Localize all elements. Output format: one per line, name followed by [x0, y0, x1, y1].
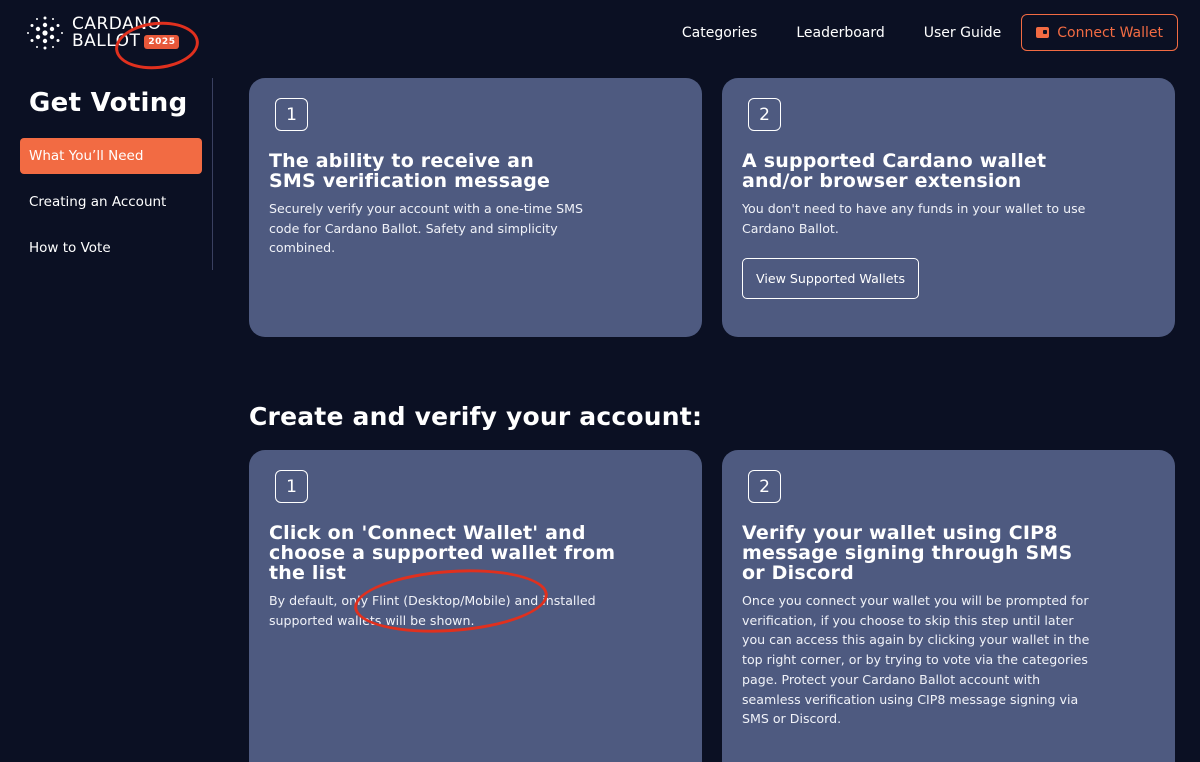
nav-leaderboard[interactable]: Leaderboard — [796, 25, 884, 41]
app-logo[interactable]: CARDANO BALLOT 2025 — [26, 14, 180, 52]
sidebar: Get Voting What You’ll Need Creating an … — [20, 78, 213, 270]
account-step-card-connect: 1 Click on 'Connect Wallet' and choose a… — [249, 450, 702, 762]
step-number: 1 — [275, 98, 308, 131]
step-number: 1 — [275, 470, 308, 503]
step-number: 2 — [748, 98, 781, 131]
sidebar-item-creating-account[interactable]: Creating an Account — [20, 184, 202, 220]
card-title: Click on 'Connect Wallet' and choose a s… — [269, 522, 616, 584]
need-card-sms: 1 The ability to receive an SMS verifica… — [249, 78, 702, 337]
card-text: Securely verify your account with a one-… — [269, 201, 584, 256]
year-badge: 2025 — [144, 34, 180, 49]
sidebar-item-what-youll-need[interactable]: What You’ll Need — [20, 138, 202, 174]
logo-text: CARDANO BALLOT 2025 — [72, 16, 180, 51]
card-text: By default, only Flint (Desktop/Mobile) … — [269, 593, 596, 628]
top-nav: Categories Leaderboard User Guide Connec… — [682, 14, 1178, 51]
account-step-card-verify: 2 Verify your wallet using CIP8 message … — [722, 450, 1175, 762]
step-number: 2 — [748, 470, 781, 503]
sidebar-item-how-to-vote[interactable]: How to Vote — [20, 230, 202, 266]
card-title: Verify your wallet using CIP8 message si… — [742, 522, 1073, 584]
cardano-logo-icon — [27, 16, 63, 50]
logo-line2: BALLOT — [72, 31, 141, 51]
card-text: You don't need to have any funds in your… — [742, 201, 1086, 236]
connect-wallet-label: Connect Wallet — [1057, 24, 1163, 41]
card-title: The ability to receive an SMS verificati… — [269, 150, 551, 192]
connect-wallet-button[interactable]: Connect Wallet — [1021, 14, 1178, 51]
view-supported-wallets-button[interactable]: View Supported Wallets — [742, 258, 920, 299]
sidebar-title: Get Voting — [29, 88, 188, 118]
nav-user-guide[interactable]: User Guide — [924, 25, 1001, 41]
section-heading: Create and verify your account: — [249, 402, 703, 431]
card-title: A supported Cardano wallet and/or browse… — [742, 150, 1047, 192]
page: CARDANO BALLOT 2025 Categories Leaderboa… — [0, 0, 1200, 762]
nav-categories[interactable]: Categories — [682, 25, 757, 41]
card-text: Once you connect your wallet you will be… — [742, 593, 1090, 727]
need-card-wallet: 2 A supported Cardano wallet and/or brow… — [722, 78, 1175, 337]
wallet-icon — [1036, 27, 1050, 38]
